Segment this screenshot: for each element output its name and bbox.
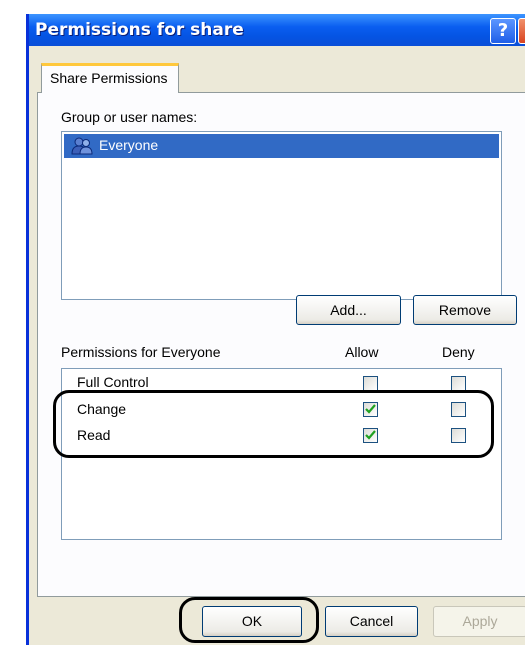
deny-column-header: Deny [442,344,475,360]
allow-column-header: Allow [345,344,379,360]
user-list-item-everyone[interactable]: Everyone [64,134,499,158]
tab-share-permissions[interactable]: Share Permissions [41,63,179,93]
title-bar[interactable]: Permissions for share ? X [29,14,525,46]
user-list[interactable]: Everyone [61,131,502,300]
change-read-highlight-outline [53,390,494,458]
user-name: Everyone [99,137,159,153]
full-control-allow-checkbox[interactable] [363,376,378,391]
ok-button-highlight-outline [179,597,319,643]
remove-button[interactable]: Remove [413,295,517,325]
group-or-user-names-label: Group or user names: [61,109,198,125]
close-button[interactable]: X [518,18,525,44]
cancel-button[interactable]: Cancel [325,606,418,637]
window-title: Permissions for share [35,20,244,40]
permission-name-full-control: Full Control [77,374,149,390]
permissions-for-label: Permissions for Everyone [61,344,221,360]
help-button[interactable]: ? [490,18,516,44]
add-button[interactable]: Add... [296,295,401,325]
permissions-dialog: Permissions for share ? X Share Permissi… [26,14,525,645]
apply-button[interactable]: Apply [433,606,525,637]
group-icon [71,137,93,155]
full-control-deny-checkbox[interactable] [451,376,466,391]
